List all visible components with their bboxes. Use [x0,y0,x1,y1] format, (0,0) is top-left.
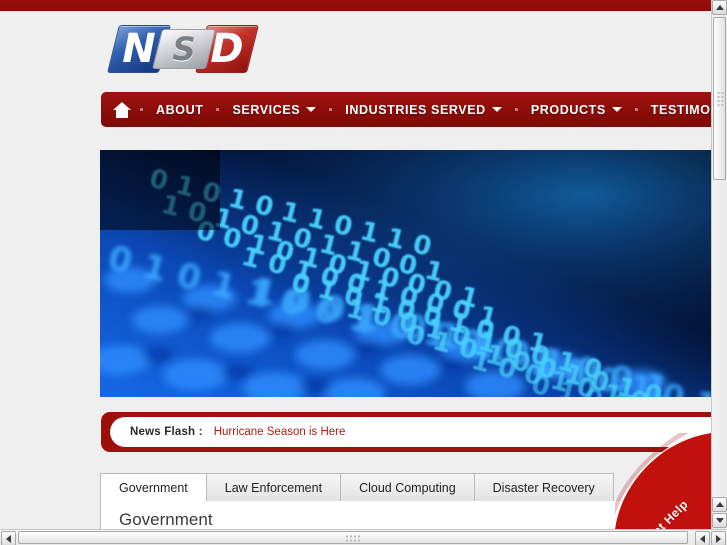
site-logo[interactable]: N S D [107,25,259,77]
nav-item-products-label: PRODUCTS [530,102,606,117]
news-flash-message[interactable]: Hurricane Season is Here [214,426,346,438]
scroll-down-button[interactable] [712,513,727,528]
main-navigation: ABOUT SERVICES INDUSTRIES SERVED PRODUCT… [101,92,711,127]
scrollbar-grip [345,534,361,541]
nav-item-home[interactable] [113,98,131,122]
chevron-down-icon [491,107,502,112]
triangle-left-icon [700,534,705,543]
get-help-ribbon[interactable]: Get Help [615,433,711,529]
scroll-down-page-button[interactable] [712,497,727,512]
hero-binary-image: 0 1 0 1 1 0 0 1 1 0 0 1 0 1 0 0 0 1 1 0 … [100,150,711,397]
scrollbar-grip [716,90,723,107]
tab-law-enforcement-label: Law Enforcement [224,480,323,495]
horizontal-scrollbar[interactable] [0,529,727,545]
nav-item-testimonials-label: TESTIMONIALS [650,102,711,117]
triangle-up-icon [715,5,724,10]
nav-item-products[interactable]: PRODUCTS [520,99,633,121]
nav-separator [329,108,333,111]
chevron-down-icon [306,107,317,112]
tab-disaster-recovery[interactable]: Disaster Recovery [473,473,614,502]
scroll-left-page-button[interactable] [695,531,710,545]
tab-government[interactable]: Government [100,473,207,502]
nav-item-testimonials[interactable]: TESTIMONIALS [640,99,711,121]
nav-item-services-label: SERVICES [232,102,301,117]
hero-banner: 0 1 0 1 1 0 0 1 1 0 0 1 0 1 0 0 0 1 1 0 … [100,150,711,397]
scroll-up-button[interactable] [712,0,727,15]
tab-cloud-computing-label: Cloud Computing [359,480,456,495]
nav-item-about-label: ABOUT [156,102,204,117]
tab-disaster-recovery-label: Disaster Recovery [492,480,595,495]
vertical-scrollbar[interactable] [711,0,727,529]
nav-separator [140,108,143,111]
triangle-right-icon [716,534,721,543]
nav-separator [634,108,638,111]
nav-separator [216,108,220,111]
top-red-band [0,0,711,11]
news-flash-label: News Flash : [130,426,203,438]
nav-item-services[interactable]: SERVICES [221,99,327,121]
page-content: N S D ABOUT SERVICES INDUSTRIES SERVED P… [0,11,711,529]
nav-separator [514,108,518,111]
horizontal-scrollbar-thumb[interactable] [18,531,688,544]
nav-item-about[interactable]: ABOUT [145,99,214,121]
logo-letter-s: S [152,29,216,69]
tab-law-enforcement[interactable]: Law Enforcement [205,473,342,502]
triangle-down-icon [715,518,724,523]
logo-letter-s-text: S [172,30,196,68]
chevron-down-icon [611,107,622,112]
nav-item-industries-served[interactable]: INDUSTRIES SERVED [334,99,513,121]
vertical-scrollbar-thumb[interactable] [713,17,726,180]
scroll-left-button[interactable] [1,531,16,545]
browser-viewport: N S D ABOUT SERVICES INDUSTRIES SERVED P… [0,0,727,545]
triangle-up-icon [715,502,724,507]
tab-government-label: Government [119,480,188,495]
tab-cloud-computing[interactable]: Cloud Computing [340,473,475,502]
triangle-left-icon [6,534,11,543]
home-icon [113,101,131,118]
scroll-right-button[interactable] [711,531,726,545]
nav-item-industries-served-label: INDUSTRIES SERVED [345,102,486,117]
